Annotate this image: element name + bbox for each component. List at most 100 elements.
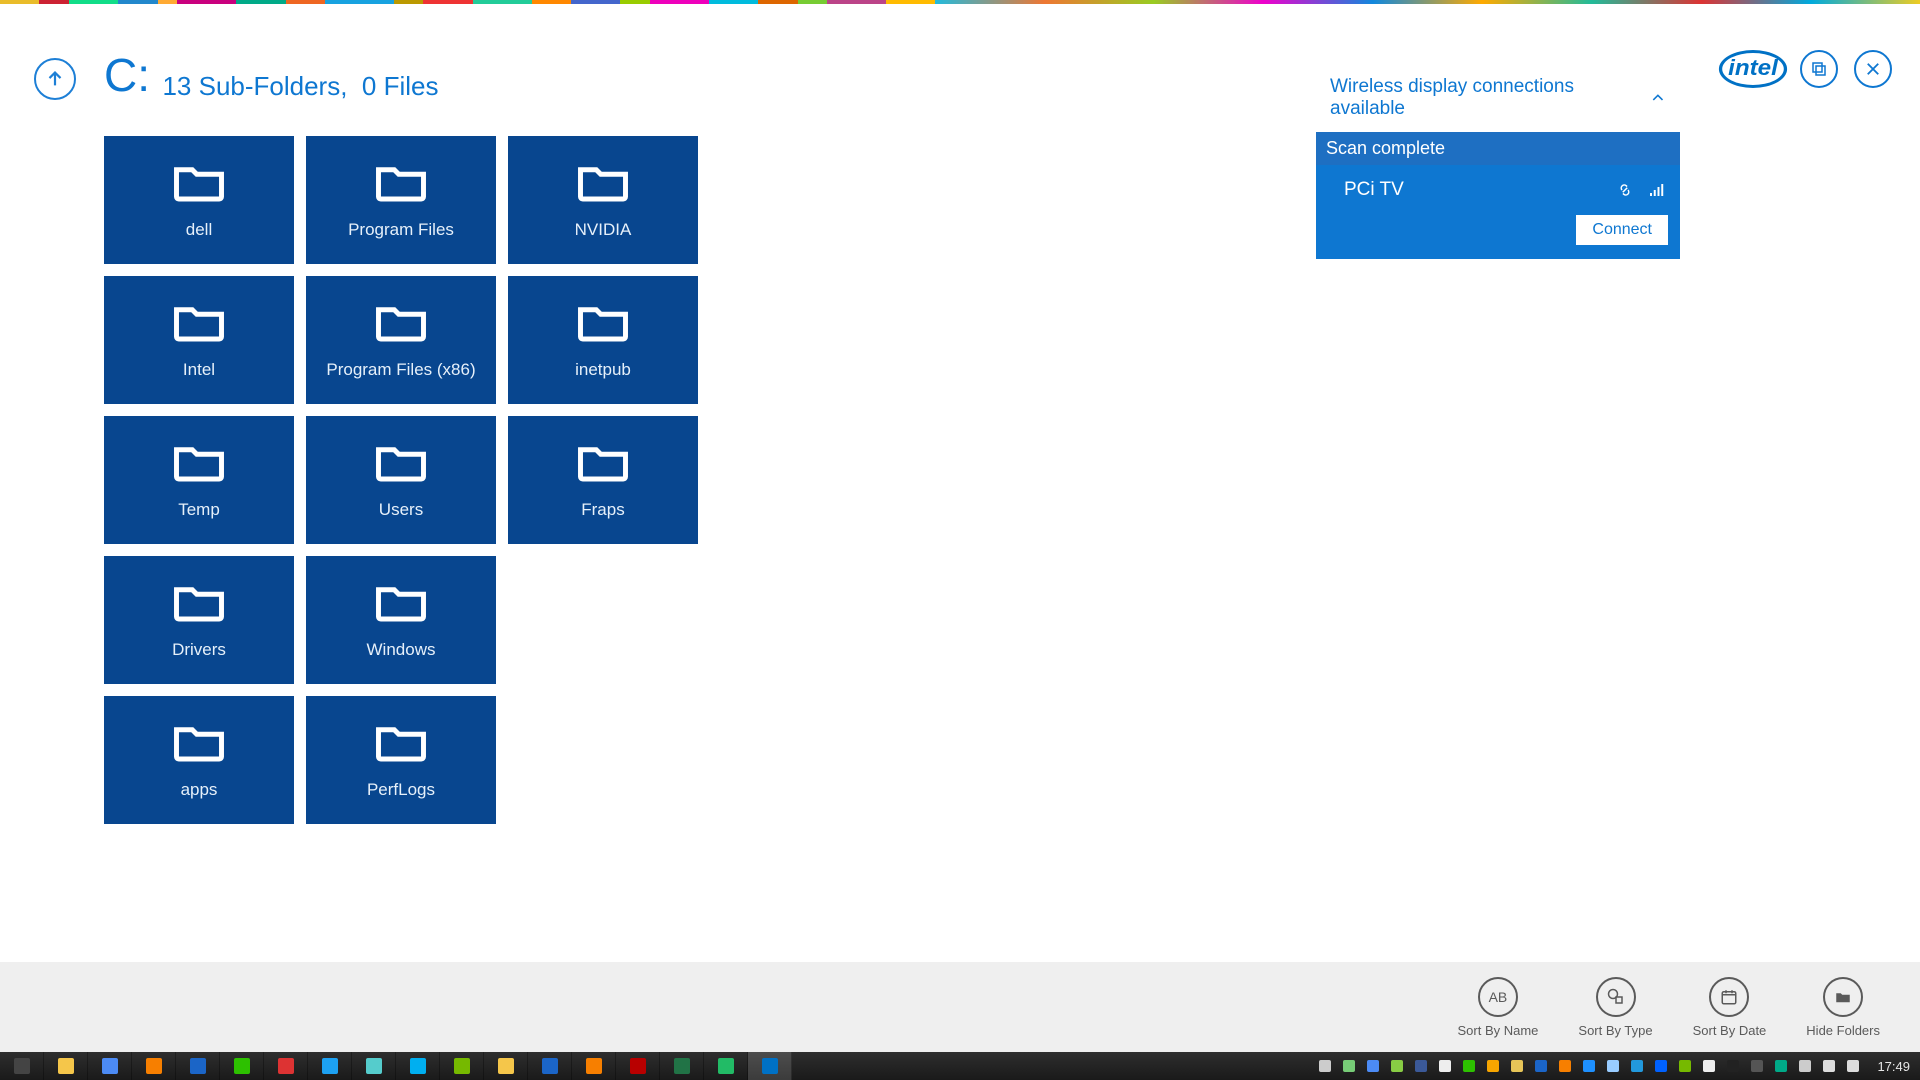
- subfolder-count: 13 Sub-Folders,: [162, 71, 347, 101]
- tray-usb-icon[interactable]: [1605, 1058, 1621, 1074]
- taskbar-app-taskmgr[interactable]: [704, 1052, 748, 1080]
- folder-icon: [576, 300, 630, 342]
- tray-mail-icon[interactable]: [1509, 1058, 1525, 1074]
- taskmgr-icon: [718, 1058, 734, 1074]
- folder-name: inetpub: [575, 360, 631, 380]
- folder-tile[interactable]: PerfLogs: [306, 696, 496, 824]
- tweetdeck-icon: [322, 1058, 338, 1074]
- start-icon: [14, 1058, 30, 1074]
- taskbar-app-intel-widi[interactable]: [748, 1052, 792, 1080]
- tray-nvidia-icon[interactable]: [1677, 1058, 1693, 1074]
- intel-widi-icon: [762, 1058, 778, 1074]
- folder-tile[interactable]: apps: [104, 696, 294, 824]
- taskbar-app-wechat[interactable]: [220, 1052, 264, 1080]
- folder-grid: dell Program Files NVIDIA Intel Program File…: [104, 136, 698, 824]
- close-button[interactable]: [1854, 50, 1892, 88]
- close-icon: [1864, 60, 1882, 78]
- tray-wifi-icon[interactable]: [1821, 1058, 1837, 1074]
- folder-tile[interactable]: Fraps: [508, 416, 698, 544]
- nvidia-icon: [454, 1058, 470, 1074]
- taskbar-app-reader[interactable]: [616, 1052, 660, 1080]
- link-icon: [1616, 181, 1634, 199]
- tray-processes-icon[interactable]: [1725, 1058, 1741, 1074]
- tray-onedrive-icon[interactable]: [1437, 1058, 1453, 1074]
- tray-updates-icon[interactable]: [1485, 1058, 1501, 1074]
- widi-device-row[interactable]: PCi TV: [1328, 175, 1668, 215]
- folder-name: Users: [379, 500, 423, 520]
- folder-tile[interactable]: dell: [104, 136, 294, 264]
- breadcrumb: C: 13 Sub-Folders, 0 Files: [104, 48, 438, 102]
- tray-vlc-icon[interactable]: [1557, 1058, 1573, 1074]
- tray-monitor-icon[interactable]: [1629, 1058, 1645, 1074]
- folder-tile[interactable]: Program Files: [306, 136, 496, 264]
- sort-by-date-button[interactable]: Sort By Date: [1693, 977, 1767, 1038]
- taskbar-app-explorer2[interactable]: [484, 1052, 528, 1080]
- taskbar-app-start[interactable]: [0, 1052, 44, 1080]
- folder-name: Fraps: [581, 500, 624, 520]
- tray-facebook-icon[interactable]: [1413, 1058, 1429, 1074]
- tray-display-icon[interactable]: [1749, 1058, 1765, 1074]
- taskbar-app-explorer[interactable]: [44, 1052, 88, 1080]
- tray-safely-remove-icon[interactable]: [1341, 1058, 1357, 1074]
- folder-tile[interactable]: Drivers: [104, 556, 294, 684]
- tray-bluetooth-icon[interactable]: [1581, 1058, 1597, 1074]
- folder-name: Program Files: [348, 220, 454, 240]
- tray-outlook-icon[interactable]: [1533, 1058, 1549, 1074]
- taskbar-app-notepad[interactable]: [352, 1052, 396, 1080]
- hide-folders-button[interactable]: Hide Folders: [1806, 977, 1880, 1038]
- tray-keyboard-icon[interactable]: [1317, 1058, 1333, 1074]
- taskbar-app-nvidia[interactable]: [440, 1052, 484, 1080]
- taskbar-app-snagit[interactable]: [264, 1052, 308, 1080]
- wechat-icon: [234, 1058, 250, 1074]
- taskbar-app-vlc2[interactable]: [572, 1052, 616, 1080]
- folder-name: Windows: [367, 640, 436, 660]
- folder-tile[interactable]: Windows: [306, 556, 496, 684]
- folder-tile[interactable]: Temp: [104, 416, 294, 544]
- taskbar-app-outlook[interactable]: [176, 1052, 220, 1080]
- taskbar-app-vlc[interactable]: [132, 1052, 176, 1080]
- tray-sync-icon[interactable]: [1461, 1058, 1477, 1074]
- folder-name: NVIDIA: [575, 220, 632, 240]
- tray-leaf-icon[interactable]: [1389, 1058, 1405, 1074]
- taskbar-app-skype[interactable]: [396, 1052, 440, 1080]
- tray-chrome-icon[interactable]: [1365, 1058, 1381, 1074]
- tray-flag-icon[interactable]: [1701, 1058, 1717, 1074]
- taskbar-app-chrome[interactable]: [88, 1052, 132, 1080]
- signal-icon: [1648, 181, 1666, 199]
- folder-name: Intel: [183, 360, 215, 380]
- folder-icon: [374, 440, 428, 482]
- tray-network-icon[interactable]: [1797, 1058, 1813, 1074]
- connect-button[interactable]: Connect: [1576, 215, 1668, 245]
- multi-window-button[interactable]: [1800, 50, 1838, 88]
- taskbar-app-excel[interactable]: [660, 1052, 704, 1080]
- taskbar: 17:49: [0, 1052, 1920, 1080]
- nav-up-button[interactable]: [34, 58, 76, 100]
- folder-tile[interactable]: Intel: [104, 276, 294, 404]
- taskbar-app-tweetdeck[interactable]: [308, 1052, 352, 1080]
- snagit-icon: [278, 1058, 294, 1074]
- sort-date-icon: [1709, 977, 1749, 1017]
- sort-by-date-label: Sort By Date: [1693, 1023, 1767, 1038]
- widi-header[interactable]: Wireless display connections available: [1316, 64, 1680, 132]
- vlc-icon: [146, 1058, 162, 1074]
- chevron-up-icon: [1650, 90, 1666, 106]
- sort-by-type-button[interactable]: Sort By Type: [1578, 977, 1652, 1038]
- folder-tile[interactable]: Users: [306, 416, 496, 544]
- tray-gfx-icon[interactable]: [1773, 1058, 1789, 1074]
- sort-by-name-label: Sort By Name: [1457, 1023, 1538, 1038]
- folder-icon: [172, 720, 226, 762]
- taskbar-app-rdp[interactable]: [528, 1052, 572, 1080]
- tray-volume-icon[interactable]: [1845, 1058, 1861, 1074]
- folder-tile[interactable]: inetpub: [508, 276, 698, 404]
- sort-by-name-button[interactable]: AB Sort By Name: [1457, 977, 1538, 1038]
- tray-dropbox-icon[interactable]: [1653, 1058, 1669, 1074]
- folder-tile[interactable]: NVIDIA: [508, 136, 698, 264]
- folder-icon: [374, 720, 428, 762]
- outlook-icon: [190, 1058, 206, 1074]
- sort-name-icon: AB: [1478, 977, 1518, 1017]
- drive-letter: C:: [104, 48, 150, 102]
- folder-icon: [172, 160, 226, 202]
- folder-icon: [374, 580, 428, 622]
- folder-icon: [172, 440, 226, 482]
- folder-tile[interactable]: Program Files (x86): [306, 276, 496, 404]
